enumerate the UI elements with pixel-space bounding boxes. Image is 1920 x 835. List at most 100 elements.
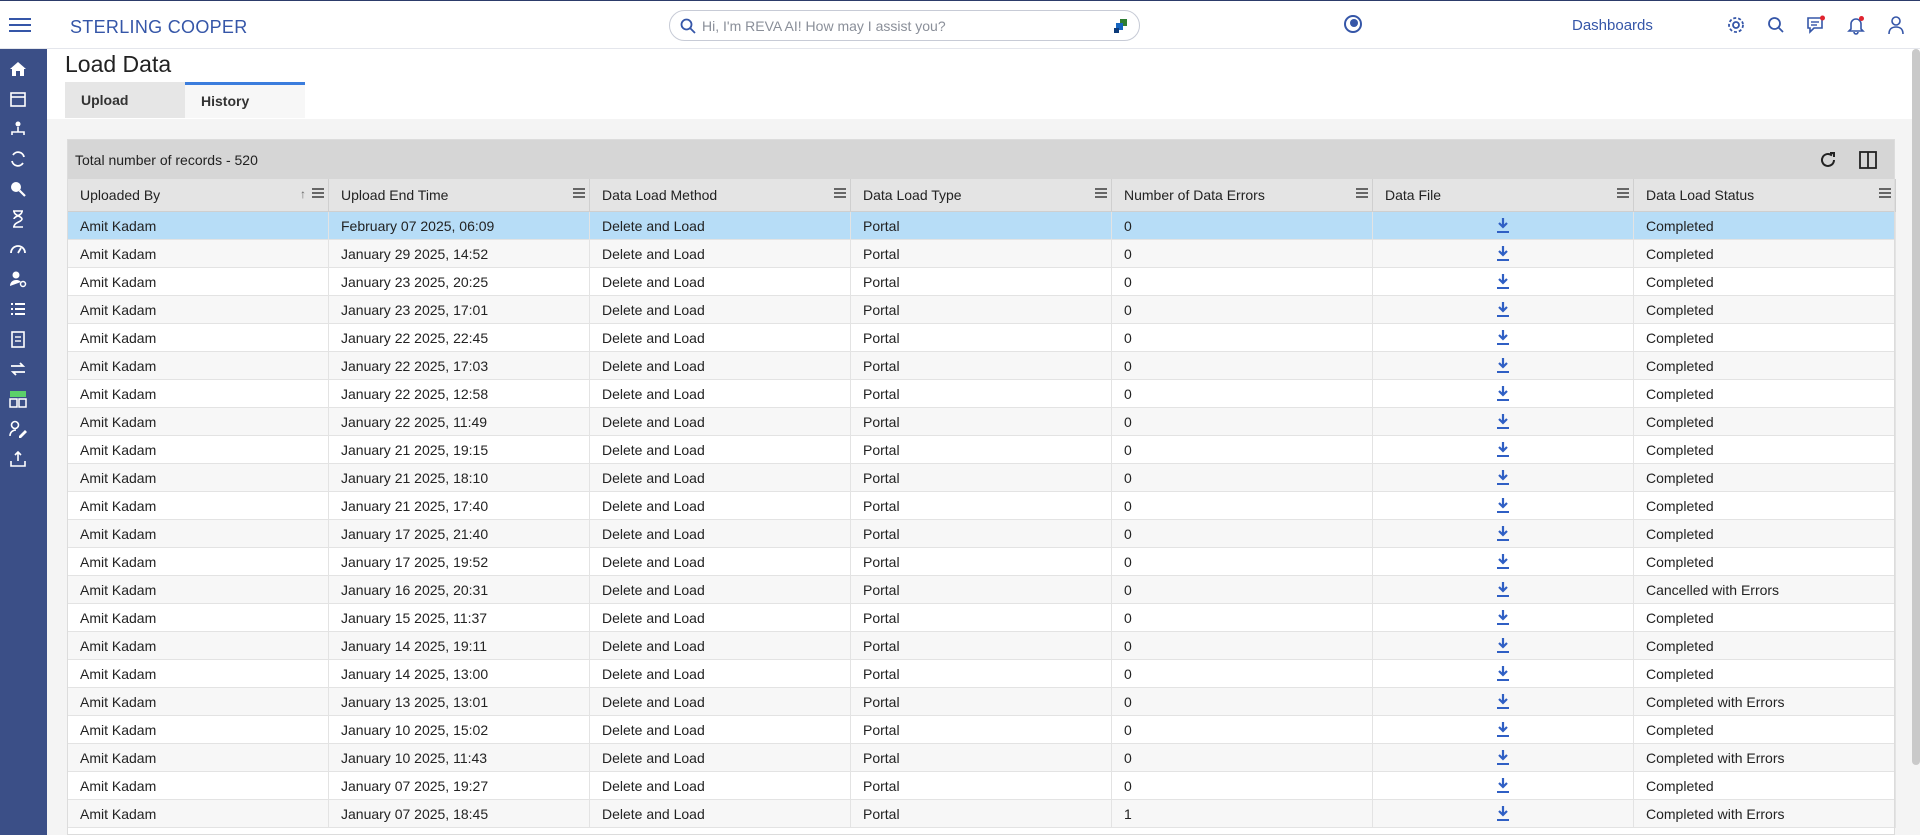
- table-row[interactable]: Amit Kadam January 15 2025, 11:37 Delete a…: [68, 604, 1896, 632]
- chat-icon[interactable]: [1806, 15, 1826, 35]
- upload-tray-icon[interactable]: [8, 449, 28, 469]
- download-icon[interactable]: [1495, 524, 1511, 542]
- download-icon[interactable]: [1495, 496, 1511, 514]
- table-row[interactable]: Amit Kadam January 13 2025, 13:01 Delete a…: [68, 688, 1896, 716]
- brand-logo-text[interactable]: STERLING COOPER: [70, 17, 248, 38]
- download-icon[interactable]: [1495, 272, 1511, 290]
- transfer-icon[interactable]: [8, 359, 28, 379]
- download-icon[interactable]: [1495, 692, 1511, 710]
- column-menu-icon[interactable]: [1356, 188, 1368, 200]
- download-icon[interactable]: [1495, 328, 1511, 346]
- column-header-data-file[interactable]: Data File: [1373, 179, 1634, 212]
- page-scrollbar[interactable]: [1912, 49, 1920, 765]
- search-input[interactable]: [702, 15, 1102, 37]
- cell-data-errors: 0: [1112, 716, 1373, 744]
- tab-upload[interactable]: Upload: [65, 82, 185, 118]
- ai-assistant-icon[interactable]: [1113, 18, 1129, 34]
- table-row[interactable]: Amit Kadam January 10 2025, 15:02 Delete a…: [68, 716, 1896, 744]
- column-menu-icon[interactable]: [1879, 188, 1891, 200]
- download-icon[interactable]: [1495, 300, 1511, 318]
- table-row[interactable]: Amit Kadam January 21 2025, 19:15 Delete a…: [68, 436, 1896, 464]
- data-file-cell: [1373, 576, 1634, 604]
- table-row[interactable]: Amit Kadam January 07 2025, 18:45 Delete a…: [68, 800, 1896, 828]
- table-row[interactable]: Amit Kadam January 21 2025, 18:10 Delete a…: [68, 464, 1896, 492]
- column-menu-icon[interactable]: [1617, 188, 1629, 200]
- download-icon[interactable]: [1495, 608, 1511, 626]
- cell-data-load-status: Completed: [1634, 436, 1896, 464]
- column-menu-icon[interactable]: [573, 188, 585, 200]
- cell-uploaded-by: Amit Kadam: [68, 212, 329, 240]
- sort-ascending-icon[interactable]: ↑: [300, 187, 306, 201]
- refresh-icon[interactable]: [1817, 149, 1839, 171]
- new-grid-icon[interactable]: [8, 389, 28, 409]
- user-edit-icon[interactable]: [8, 419, 28, 439]
- column-header-data-load-type[interactable]: Data Load Type: [851, 179, 1112, 212]
- column-menu-icon[interactable]: [1095, 188, 1107, 200]
- table-row[interactable]: Amit Kadam January 10 2025, 11:43 Delete a…: [68, 744, 1896, 772]
- download-icon[interactable]: [1495, 664, 1511, 682]
- hamburger-menu-icon[interactable]: [9, 15, 31, 35]
- table-row[interactable]: Amit Kadam January 22 2025, 22:45 Delete a…: [68, 324, 1896, 352]
- download-icon[interactable]: [1495, 552, 1511, 570]
- dashboards-link[interactable]: Dashboards: [1572, 17, 1653, 34]
- table-row[interactable]: Amit Kadam January 17 2025, 21:40 Delete a…: [68, 520, 1896, 548]
- cell-data-load-status: Completed: [1634, 772, 1896, 800]
- column-menu-icon[interactable]: [834, 188, 846, 200]
- bell-icon[interactable]: [1846, 15, 1866, 35]
- cell-data-load-status: Completed: [1634, 296, 1896, 324]
- download-icon[interactable]: [1495, 776, 1511, 794]
- reva-ai-search[interactable]: [669, 10, 1140, 41]
- table-row[interactable]: Amit Kadam January 22 2025, 12:58 Delete a…: [68, 380, 1896, 408]
- download-icon[interactable]: [1495, 468, 1511, 486]
- download-icon[interactable]: [1495, 244, 1511, 262]
- download-icon[interactable]: [1495, 720, 1511, 738]
- user-icon[interactable]: [1886, 15, 1906, 35]
- column-header-upload-end-time[interactable]: Upload End Time: [329, 179, 590, 212]
- clipboard-icon[interactable]: [8, 329, 28, 349]
- list-icon[interactable]: [8, 299, 28, 319]
- column-header-data-errors[interactable]: Number of Data Errors: [1112, 179, 1373, 212]
- column-menu-icon[interactable]: [312, 188, 324, 200]
- table-row[interactable]: Amit Kadam January 22 2025, 11:49 Delete a…: [68, 408, 1896, 436]
- download-icon[interactable]: [1495, 440, 1511, 458]
- cell-data-load-type: Portal: [851, 408, 1112, 436]
- calendar-icon[interactable]: [8, 89, 28, 109]
- search-people-icon[interactable]: [8, 179, 28, 199]
- gear-icon[interactable]: [1726, 15, 1746, 35]
- cell-data-load-type: Portal: [851, 716, 1112, 744]
- tab-history[interactable]: History: [185, 82, 305, 118]
- table-row[interactable]: Amit Kadam January 21 2025, 17:40 Delete a…: [68, 492, 1896, 520]
- table-row[interactable]: Amit Kadam January 14 2025, 19:11 Delete a…: [68, 632, 1896, 660]
- table-row[interactable]: Amit Kadam January 17 2025, 19:52 Delete a…: [68, 548, 1896, 576]
- org-chart-icon[interactable]: [8, 119, 28, 139]
- table-row[interactable]: Amit Kadam January 29 2025, 14:52 Delete a…: [68, 240, 1896, 268]
- download-icon[interactable]: [1495, 412, 1511, 430]
- download-icon[interactable]: [1495, 356, 1511, 374]
- cell-upload-end-time: January 23 2025, 17:01: [329, 296, 590, 324]
- table-row[interactable]: Amit Kadam February 07 2025, 06:09 Delete …: [68, 212, 1896, 240]
- hourglass-icon[interactable]: [8, 209, 28, 229]
- download-icon[interactable]: [1495, 804, 1511, 822]
- download-icon[interactable]: [1495, 384, 1511, 402]
- user-settings-icon[interactable]: [8, 269, 28, 289]
- table-row[interactable]: Amit Kadam January 23 2025, 17:01 Delete a…: [68, 296, 1896, 324]
- table-row[interactable]: Amit Kadam January 22 2025, 17:03 Delete a…: [68, 352, 1896, 380]
- download-icon[interactable]: [1495, 580, 1511, 598]
- table-row[interactable]: Amit Kadam January 23 2025, 20:25 Delete a…: [68, 268, 1896, 296]
- column-header-data-load-method[interactable]: Data Load Method: [590, 179, 851, 212]
- column-header-data-load-status[interactable]: Data Load Status: [1634, 179, 1896, 212]
- sync-icon[interactable]: [8, 149, 28, 169]
- home-icon[interactable]: [8, 59, 28, 79]
- table-row[interactable]: Amit Kadam January 16 2025, 20:31 Delete a…: [68, 576, 1896, 604]
- table-row[interactable]: Amit Kadam January 14 2025, 13:00 Delete a…: [68, 660, 1896, 688]
- download-icon[interactable]: [1495, 216, 1511, 234]
- download-icon[interactable]: [1495, 748, 1511, 766]
- column-header-uploaded-by[interactable]: Uploaded By ↑: [68, 179, 329, 212]
- cell-data-load-method: Delete and Load: [590, 548, 851, 576]
- columns-panel-icon[interactable]: [1857, 149, 1879, 171]
- cell-uploaded-by: Amit Kadam: [68, 296, 329, 324]
- table-row[interactable]: Amit Kadam January 07 2025, 19:27 Delete a…: [68, 772, 1896, 800]
- download-icon[interactable]: [1495, 636, 1511, 654]
- speedometer-icon[interactable]: [8, 239, 28, 259]
- search-icon[interactable]: [1766, 15, 1786, 35]
